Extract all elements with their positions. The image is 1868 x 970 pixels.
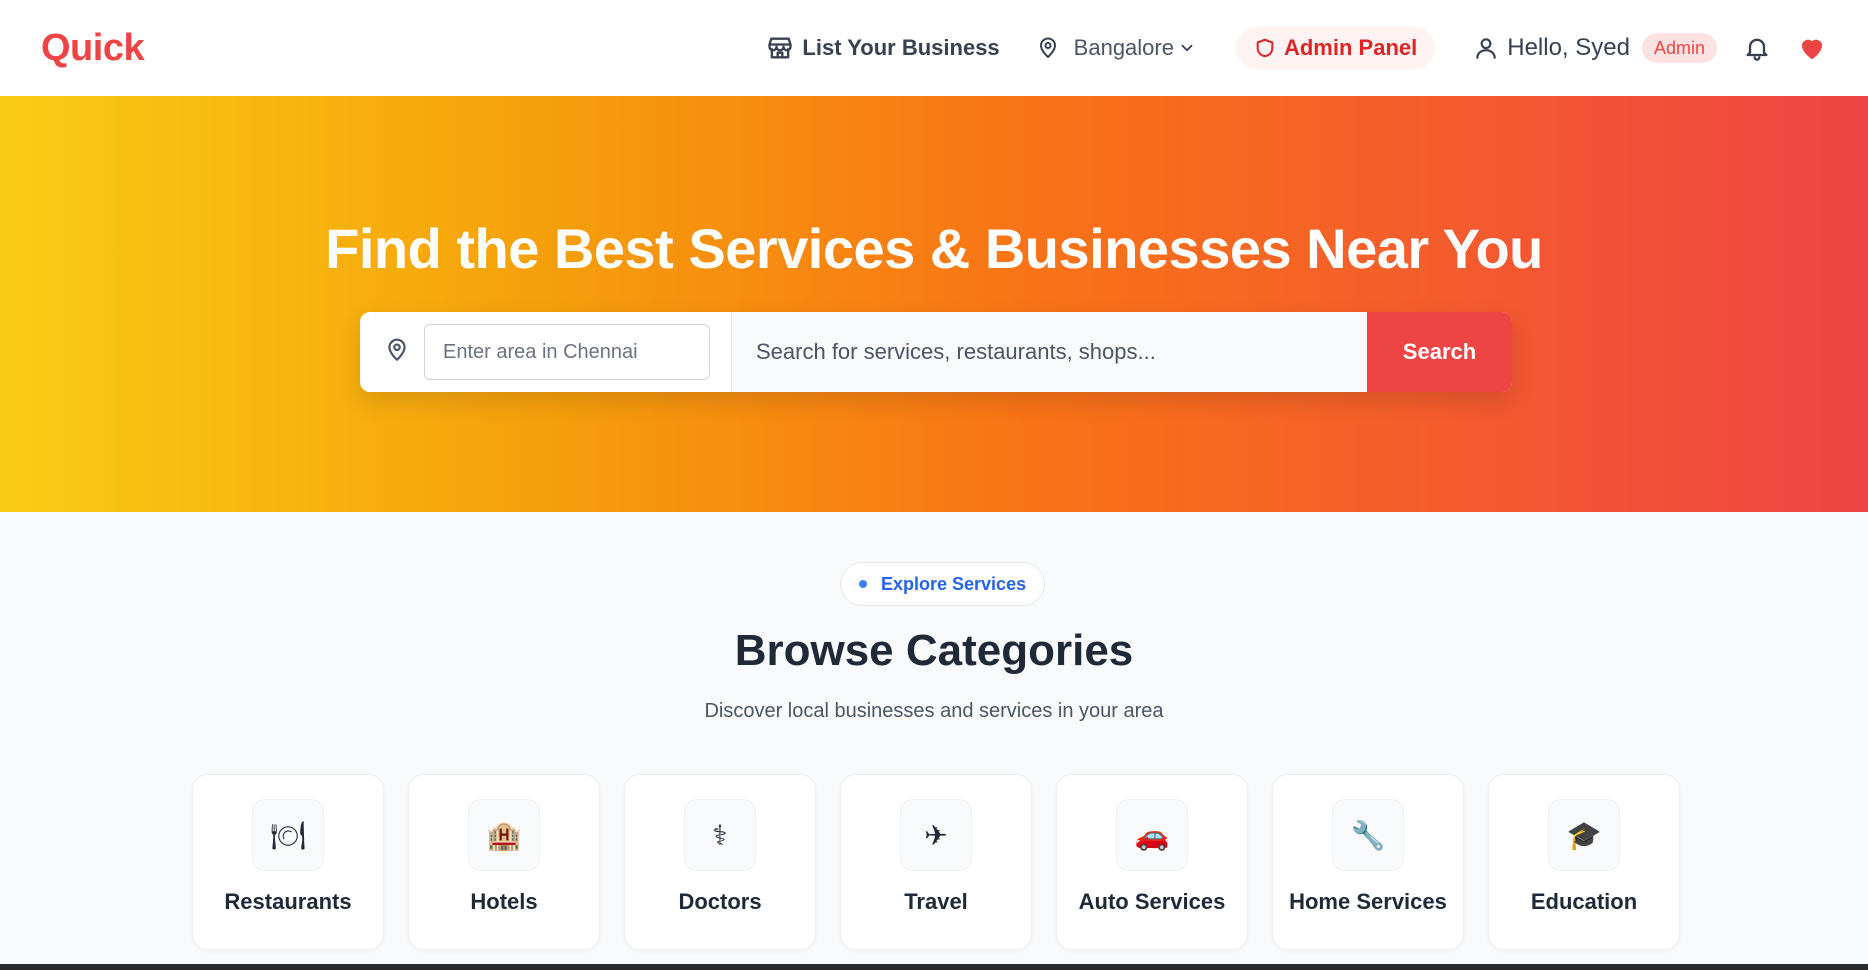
nav-actions: List Your Business Bangalore Admin Panel (766, 0, 1827, 96)
category-label: Restaurants (224, 889, 352, 914)
map-pin-icon (384, 337, 410, 368)
store-icon (766, 34, 794, 62)
category-card-hotels[interactable]: 🏨 Hotels (408, 774, 600, 950)
list-business-link[interactable]: List Your Business (766, 34, 1000, 62)
list-business-label: List Your Business (802, 35, 1000, 60)
chevron-down-icon (1178, 39, 1196, 57)
admin-panel-button[interactable]: Admin Panel (1235, 27, 1436, 69)
user-greeting: Hello, Syed (1507, 34, 1630, 61)
category-label: Education (1530, 889, 1638, 914)
section-title: Browse Categories (734, 626, 1134, 675)
category-label: Doctors (678, 889, 762, 914)
category-card-home-services[interactable]: 🔧 Home Services (1272, 774, 1464, 950)
notifications-button[interactable] (1743, 34, 1771, 62)
category-label: Hotels (470, 889, 538, 914)
hero-title: Find the Best Services & Businesses Near… (325, 217, 1543, 280)
car-icon: 🚗 (1116, 799, 1188, 871)
doctor-icon: ⚕ (684, 799, 756, 871)
category-card-education[interactable]: 🎓 Education (1488, 774, 1680, 950)
section-subtitle: Discover local businesses and services i… (704, 700, 1164, 722)
admin-panel-label: Admin Panel (1283, 35, 1418, 60)
graduation-cap-icon: 🎓 (1548, 799, 1620, 871)
user-menu[interactable]: Hello, Syed Admin (1473, 33, 1743, 63)
window-bottom-edge (0, 964, 1868, 970)
city-selector[interactable]: Bangalore (1036, 35, 1196, 61)
wrench-icon: 🔧 (1332, 799, 1404, 871)
area-field-wrapper (360, 312, 732, 392)
explore-services-label: Explore Services (881, 573, 1027, 594)
search-button[interactable]: Search (1367, 312, 1512, 392)
category-card-doctors[interactable]: ⚕ Doctors (624, 774, 816, 950)
airplane-icon: ✈ (900, 799, 972, 871)
plate-icon: 🍽 (252, 799, 324, 871)
city-label: Bangalore (1073, 35, 1174, 60)
category-grid: 🍽 Restaurants 🏨 Hotels ⚕ Doctors ✈ Trave… (192, 774, 1680, 950)
logo[interactable]: Quick (41, 27, 145, 70)
area-input[interactable] (424, 324, 710, 380)
category-card-travel[interactable]: ✈ Travel (840, 774, 1032, 950)
top-navbar: Quick List Your Business Bangalore Admin… (0, 0, 1868, 96)
category-label: Travel (904, 889, 968, 914)
explore-services-pill: Explore Services (840, 562, 1046, 606)
dot-icon (859, 580, 867, 588)
search-bar: Search (360, 312, 1512, 392)
search-input[interactable] (732, 312, 1367, 392)
user-icon (1473, 35, 1499, 61)
shield-icon (1254, 37, 1276, 59)
category-card-auto-services[interactable]: 🚗 Auto Services (1056, 774, 1248, 950)
category-label: Auto Services (1078, 889, 1226, 914)
category-card-restaurants[interactable]: 🍽 Restaurants (192, 774, 384, 950)
favorites-button[interactable] (1797, 33, 1827, 63)
map-pin-icon (1036, 36, 1060, 60)
role-badge: Admin (1641, 33, 1717, 63)
heart-icon (1797, 33, 1827, 63)
bell-icon (1743, 34, 1771, 62)
category-label: Home Services (1289, 889, 1447, 914)
hero-banner: Find the Best Services & Businesses Near… (0, 96, 1868, 512)
hotel-icon: 🏨 (468, 799, 540, 871)
